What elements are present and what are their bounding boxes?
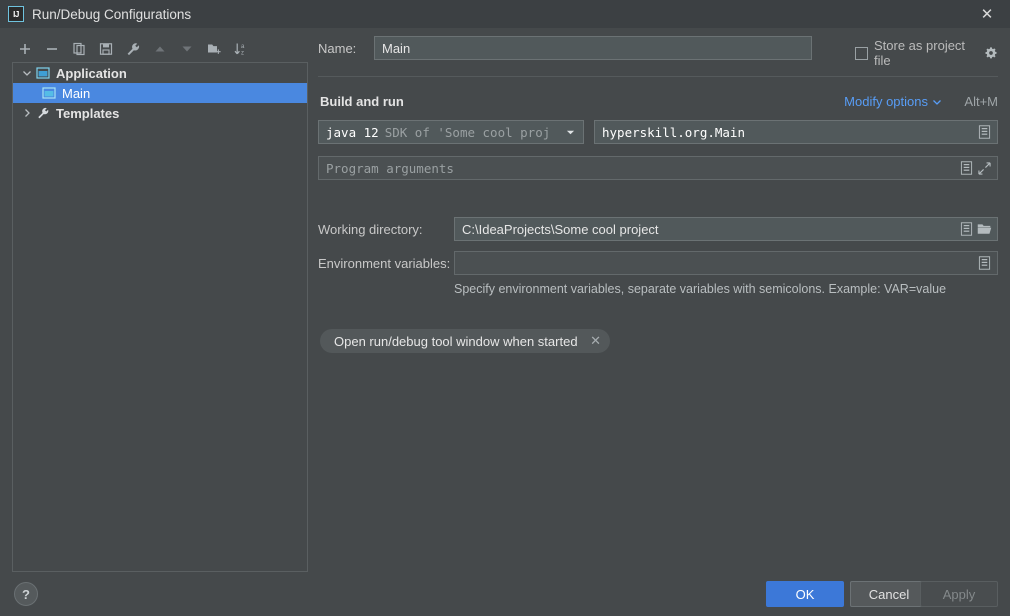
macro-list-icon[interactable] <box>975 122 993 142</box>
tree-node-main[interactable]: Main <box>13 83 307 103</box>
modify-options-label: Modify options <box>844 94 928 109</box>
wrench-icon <box>127 43 140 56</box>
name-input[interactable]: Main <box>374 36 812 60</box>
copy-icon <box>73 42 85 56</box>
tree-node-templates-label: Templates <box>56 105 120 121</box>
program-arguments-placeholder: Program arguments <box>326 160 454 176</box>
save-icon <box>99 43 113 55</box>
chevron-right-icon[interactable] <box>19 105 35 121</box>
ok-button[interactable]: OK <box>766 581 844 607</box>
modify-options-shortcut: Alt+M <box>964 94 998 109</box>
program-arguments-input[interactable]: Program arguments <box>318 156 998 180</box>
environment-variables-hint: Specify environment variables, separate … <box>454 282 947 296</box>
wrench-icon <box>35 105 51 121</box>
ok-button-label: OK <box>795 586 815 602</box>
folder-add-icon <box>208 44 221 54</box>
create-folder-button[interactable] <box>201 36 227 62</box>
cancel-button[interactable]: Cancel <box>850 581 928 607</box>
remove-configuration-button[interactable] <box>39 36 65 62</box>
run-debug-configurations-dialog: IJ Run/Debug Configurations ✕ a z Applic… <box>0 0 1010 616</box>
jre-sdk-version: java 12 <box>326 124 379 140</box>
configurations-tree[interactable]: Application Main Templates <box>12 62 308 572</box>
move-down-button[interactable] <box>174 36 200 62</box>
title-bar: IJ Run/Debug Configurations ✕ <box>0 0 1010 28</box>
environment-variables-label: Environment variables: <box>318 256 451 271</box>
chip-close-glyph: ✕ <box>590 333 601 348</box>
section-divider <box>318 76 998 77</box>
close-icon-glyph: ✕ <box>980 6 994 23</box>
svg-text:a: a <box>241 44 245 50</box>
plus-icon <box>20 44 30 54</box>
application-window-icon <box>41 85 57 101</box>
modify-options-link[interactable]: Modify options <box>844 94 942 109</box>
tree-node-application-label: Application <box>56 65 127 81</box>
apply-button-label: Apply <box>942 586 976 602</box>
tree-node-main-label: Main <box>62 85 91 101</box>
environment-variables-input[interactable] <box>454 251 998 275</box>
arrow-up-icon <box>155 46 165 52</box>
jre-sdk-dropdown[interactable]: java 12 SDK of 'Some cool proj <box>318 120 584 144</box>
application-window-icon <box>35 65 51 81</box>
close-icon[interactable]: ✕ <box>588 333 604 349</box>
chevron-down-icon[interactable] <box>561 122 579 142</box>
jre-sdk-description: SDK of 'Some cool proj <box>384 124 551 140</box>
minus-icon <box>47 48 57 50</box>
chevron-down-icon <box>933 99 941 105</box>
tree-toolbar: a z <box>12 36 308 62</box>
name-input-value: Main <box>382 40 411 56</box>
sort-configurations-button[interactable]: a z <box>228 36 254 62</box>
svg-text:z: z <box>241 51 244 57</box>
close-icon[interactable]: ✕ <box>964 0 1010 28</box>
working-directory-label: Working directory: <box>318 222 423 237</box>
store-as-project-file-checkbox[interactable]: Store as project file <box>855 38 998 68</box>
main-class-value: hyperskill.org.Main <box>602 124 745 140</box>
help-icon-glyph: ? <box>22 586 30 602</box>
tree-node-templates[interactable]: Templates <box>13 103 307 123</box>
intellij-idea-icon-text: IJ <box>13 9 19 19</box>
chevron-down-icon[interactable] <box>19 65 35 81</box>
cancel-button-label: Cancel <box>868 586 910 602</box>
gear-icon[interactable] <box>984 46 998 60</box>
sort-alphabetical-icon: a z <box>234 43 245 57</box>
macro-list-icon[interactable] <box>957 219 975 239</box>
add-configuration-button[interactable] <box>12 36 38 62</box>
name-label: Name: <box>318 41 357 56</box>
build-and-run-title: Build and run <box>320 94 404 109</box>
open-run-debug-tool-window-label: Open run/debug tool window when started <box>334 333 578 349</box>
save-configuration-button[interactable] <box>93 36 119 62</box>
apply-button[interactable]: Apply <box>920 581 998 607</box>
main-class-input[interactable]: hyperskill.org.Main <box>594 120 998 144</box>
intellij-idea-icon: IJ <box>8 6 24 22</box>
folder-open-icon[interactable] <box>975 219 993 239</box>
working-directory-value: C:\IdeaProjects\Some cool project <box>462 221 659 237</box>
working-directory-input[interactable]: C:\IdeaProjects\Some cool project <box>454 217 998 241</box>
copy-configuration-button[interactable] <box>66 36 92 62</box>
window-title: Run/Debug Configurations <box>32 6 192 22</box>
help-icon[interactable]: ? <box>14 582 38 606</box>
macro-list-icon[interactable] <box>957 158 975 178</box>
arrow-down-icon <box>182 46 192 52</box>
open-run-debug-tool-window-chip[interactable]: Open run/debug tool window when started … <box>320 329 610 353</box>
macro-list-icon[interactable] <box>975 253 993 273</box>
move-up-button[interactable] <box>147 36 173 62</box>
expand-icon[interactable] <box>975 158 993 178</box>
edit-templates-button[interactable] <box>120 36 146 62</box>
store-as-project-file-label: Store as project file <box>874 38 966 68</box>
checkbox-box[interactable] <box>855 46 868 60</box>
tree-node-application[interactable]: Application <box>13 63 307 83</box>
